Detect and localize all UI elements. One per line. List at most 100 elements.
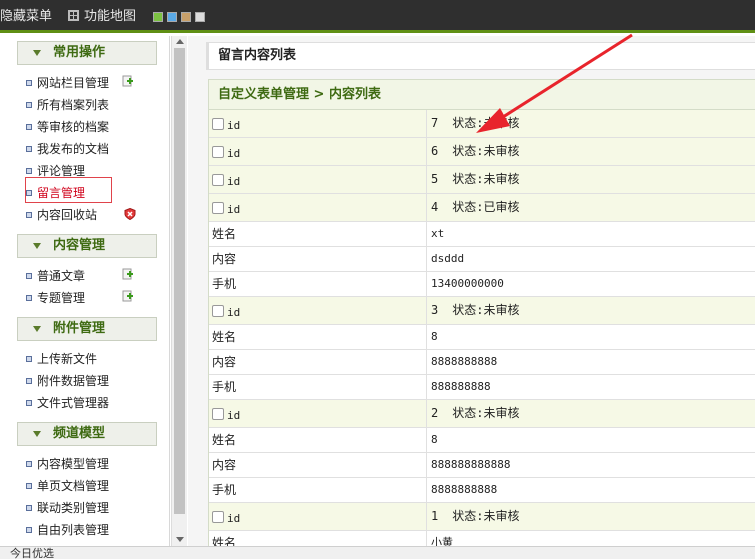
- record-id: 6: [431, 144, 439, 158]
- add-article-icon[interactable]: [122, 268, 134, 280]
- field-value: 小黄: [431, 536, 453, 546]
- main-content: 留言内容列表 自定义表单管理 > 内容列表 id 7 状态:未审核 id 6 状态:未审核…: [188, 36, 755, 546]
- bullet-icon: [26, 378, 32, 384]
- bullet-icon: [26, 212, 32, 218]
- record-field-row: 姓名 xt: [209, 222, 755, 247]
- left-menu-scrollbar[interactable]: [171, 36, 187, 546]
- id-label: id: [227, 203, 241, 216]
- menu-group-attachments[interactable]: 附件管理: [17, 317, 157, 341]
- menu-item-upload-file[interactable]: 上传新文件: [26, 350, 97, 368]
- scroll-up-icon[interactable]: [176, 39, 184, 44]
- menu-group-channel-model[interactable]: 频道模型: [17, 422, 157, 446]
- status-value: 未审核: [483, 303, 520, 317]
- field-label: 姓名: [209, 325, 427, 349]
- field-value: 888888888888: [431, 458, 511, 471]
- field-label: 内容: [209, 247, 427, 271]
- record-checkbox[interactable]: [212, 511, 224, 523]
- field-label: 内容: [209, 350, 427, 374]
- bullet-icon: [26, 273, 32, 279]
- active-item-highlight: [25, 177, 112, 203]
- status-label: 状态:: [452, 509, 484, 523]
- record-field-row: 姓名 8: [209, 325, 755, 350]
- record-id-row: id 1 状态:未审核: [209, 503, 755, 531]
- menu-item-normal-article[interactable]: 普通文章: [26, 267, 85, 285]
- record-id-row: id 7 状态:未审核: [209, 110, 755, 138]
- field-label: 姓名: [209, 222, 427, 246]
- record-id-row: id 3 状态:未审核: [209, 297, 755, 325]
- id-cell: id: [209, 503, 427, 530]
- record-id-row: id 5 状态:未审核: [209, 166, 755, 194]
- id-cell: id: [209, 400, 427, 427]
- record-field-row: 内容 888888888888: [209, 453, 755, 478]
- hide-menu-button[interactable]: 隐藏菜单: [0, 9, 52, 25]
- record-id: 1: [431, 509, 439, 523]
- breadcrumb: 自定义表单管理 > 内容列表: [209, 80, 755, 110]
- menu-item-label: 网站栏目管理: [37, 76, 110, 90]
- menu-item-label: 我发布的文档: [37, 142, 110, 156]
- menu-item-pending-archives[interactable]: 等审核的档案: [26, 118, 109, 136]
- menu-item-recycle-bin[interactable]: 内容回收站: [26, 206, 97, 224]
- record-field-row: 手机 8888888888: [209, 478, 755, 503]
- record-id: 3: [431, 303, 439, 317]
- record-checkbox[interactable]: [212, 408, 224, 420]
- menu-item-label: 内容回收站: [37, 208, 98, 222]
- record-field-row: 姓名 小黄: [209, 531, 755, 546]
- menu-item-label: 所有档案列表: [37, 98, 110, 112]
- menu-item-all-archives[interactable]: 所有档案列表: [26, 96, 109, 114]
- site-map-button[interactable]: 功能地图: [68, 9, 136, 25]
- menu-group-content[interactable]: 内容管理: [17, 234, 157, 258]
- menu-item-file-manager[interactable]: 文件式管理器: [26, 394, 109, 412]
- add-column-icon[interactable]: [122, 75, 134, 87]
- id-status-cell: 7 状态:未审核: [431, 110, 519, 137]
- record-checkbox[interactable]: [212, 146, 224, 158]
- theme-gray-swatch[interactable]: [195, 12, 205, 22]
- menu-item-my-documents[interactable]: 我发布的文档: [26, 140, 109, 158]
- record-id: 5: [431, 172, 439, 186]
- record-field-row: 内容 8888888888: [209, 350, 755, 375]
- id-status-cell: 6 状态:未审核: [431, 138, 519, 165]
- id-status-cell: 2 状态:未审核: [431, 400, 519, 427]
- menu-group-common[interactable]: 常用操作: [17, 41, 157, 65]
- bottom-bar: 今日优选: [0, 546, 755, 559]
- record-checkbox[interactable]: [212, 305, 224, 317]
- table-body: id 7 状态:未审核 id 6 状态:未审核 id 5 状态:未审核 id 4 状态:已审核 姓名 xt…: [209, 110, 755, 546]
- menu-item-topic-manage[interactable]: 专题管理: [26, 289, 85, 307]
- field-value: 8: [431, 330, 438, 343]
- menu-item-label: 等审核的档案: [37, 120, 110, 134]
- theme-blue-swatch[interactable]: [167, 12, 177, 22]
- field-value: 8888888888: [431, 483, 498, 496]
- page-title: 留言内容列表: [206, 42, 755, 70]
- record-checkbox[interactable]: [212, 174, 224, 186]
- theme-brown-swatch[interactable]: [181, 12, 191, 22]
- menu-item-label: 文件式管理器: [37, 396, 110, 410]
- clear-recycle-icon[interactable]: [124, 208, 136, 220]
- record-field-row: 姓名 8: [209, 428, 755, 453]
- bullet-icon: [26, 102, 32, 108]
- scrollbar-thumb[interactable]: [174, 48, 185, 514]
- menu-item-label: 单页文档管理: [37, 479, 110, 493]
- record-id: 4: [431, 200, 439, 214]
- menu-item-label: 专题管理: [37, 291, 86, 305]
- menu-item-label: 评论管理: [37, 164, 86, 178]
- status-value: 未审核: [483, 116, 520, 130]
- site-map-label: 功能地图: [84, 9, 137, 24]
- status-value: 未审核: [483, 172, 520, 186]
- menu-item-content-model[interactable]: 内容模型管理: [26, 455, 109, 473]
- top-toolbar: 隐藏菜单 功能地图: [0, 0, 755, 33]
- menu-item-column-manage[interactable]: 网站栏目管理: [26, 74, 109, 92]
- menu-item-linkage-category[interactable]: 联动类别管理: [26, 499, 109, 517]
- menu-item-single-page[interactable]: 单页文档管理: [26, 477, 109, 495]
- status-label: 状态:: [452, 116, 484, 130]
- menu-item-free-list[interactable]: 自由列表管理: [26, 521, 109, 539]
- field-label: 姓名: [209, 428, 427, 452]
- scroll-down-icon[interactable]: [176, 537, 184, 542]
- theme-green-swatch[interactable]: [153, 12, 163, 22]
- menu-item-attachment-data[interactable]: 附件数据管理: [26, 372, 109, 390]
- record-checkbox[interactable]: [212, 118, 224, 130]
- add-topic-icon[interactable]: [122, 290, 134, 302]
- record-checkbox[interactable]: [212, 202, 224, 214]
- menu-item-label: 内容模型管理: [37, 457, 110, 471]
- field-label: 手机: [209, 478, 427, 502]
- id-status-cell: 3 状态:未审核: [431, 297, 519, 324]
- id-status-cell: 4 状态:已审核: [431, 194, 519, 221]
